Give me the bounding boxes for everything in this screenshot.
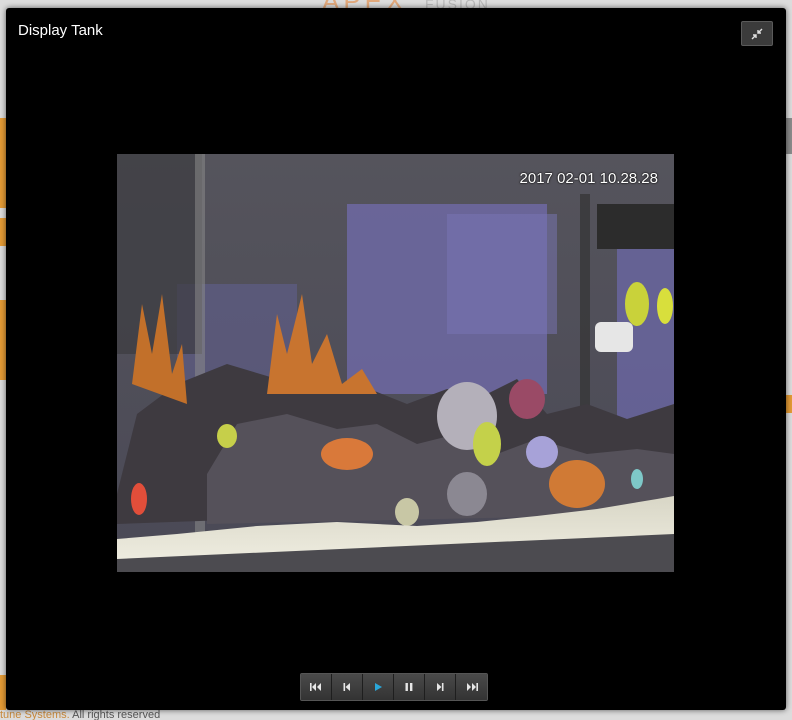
step-back-button[interactable]	[332, 674, 363, 700]
skip-start-icon	[310, 682, 322, 692]
play-button[interactable]	[363, 674, 394, 700]
background-accent-right	[786, 395, 792, 413]
pause-icon	[404, 682, 414, 692]
compress-icon	[751, 28, 763, 40]
step-back-icon	[342, 682, 352, 692]
playback-controls	[300, 673, 488, 701]
step-forward-icon	[435, 682, 445, 692]
company-link[interactable]: tune Systems.	[0, 709, 70, 720]
collapse-button[interactable]	[741, 21, 773, 46]
background-accent-right	[786, 118, 792, 154]
camera-feed-image: 2017 02-01 10.28.28	[117, 154, 674, 572]
rights-text: All rights reserved	[69, 709, 161, 720]
step-forward-button[interactable]	[425, 674, 456, 700]
play-icon	[373, 682, 383, 692]
skip-end-icon	[466, 682, 478, 692]
aquarium-scene	[117, 154, 674, 572]
skip-to-end-button[interactable]	[456, 674, 487, 700]
camera-timestamp: 2017 02-01 10.28.28	[519, 170, 658, 187]
modal-title: Display Tank	[18, 22, 103, 39]
skip-to-start-button[interactable]	[301, 674, 332, 700]
camera-modal: Display Tank 2017 02-01 10.28.28	[6, 8, 786, 710]
pause-button[interactable]	[394, 674, 425, 700]
copyright-footer: tune Systems. All rights reserved	[0, 709, 160, 720]
